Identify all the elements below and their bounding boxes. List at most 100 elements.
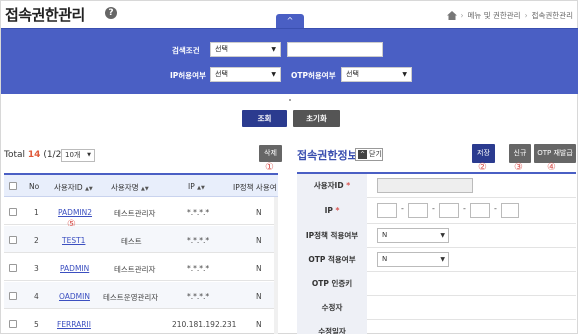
user-id-input[interactable]: [377, 178, 473, 193]
row-no: 1: [34, 208, 39, 217]
search-condition-value: 선택: [215, 45, 228, 53]
search-keyword-input[interactable]: [287, 42, 383, 57]
form-row-modifier: 수정자: [297, 296, 576, 320]
row-checkbox[interactable]: [9, 208, 17, 216]
row-ip: 210.181.192.231: [172, 320, 237, 329]
column-header-ip[interactable]: IP ▲▼: [188, 182, 205, 191]
form-row-otp-key: OTP 인증키: [297, 272, 576, 296]
ip-separator: -: [494, 204, 497, 213]
row-no: 3: [34, 264, 39, 273]
otp-apply-label: OTP 적용여부: [297, 248, 367, 272]
row-user-id-link[interactable]: FERRARII: [57, 320, 91, 329]
row-ip-policy: N: [256, 264, 262, 273]
row-checkbox[interactable]: [9, 236, 17, 244]
row-ip: *.*.*.*: [187, 292, 210, 301]
table-row[interactable]: 2 TEST1 테스트 *.*.*.* N: [4, 226, 278, 253]
ip-octet-2-input[interactable]: [408, 203, 428, 218]
row-user-id-link[interactable]: PADMIN2: [58, 208, 92, 217]
table-row[interactable]: 1 PADMIN2 테스트관리자 *.*.*.* N: [4, 198, 278, 225]
otp-allow-select[interactable]: 선택 ▼: [341, 67, 412, 82]
row-ip-policy: N: [256, 208, 262, 217]
column-header-ip-policy: IP정책 사용여: [233, 183, 277, 192]
breadcrumb-item-menu[interactable]: 메뉴 및 권한관리: [468, 10, 521, 21]
ip-allow-select[interactable]: 선택 ▼: [210, 67, 281, 82]
page-size-value: 10개: [65, 151, 81, 159]
grid-scrollbar[interactable]: [274, 197, 278, 334]
detail-title: 접속권한정보: [297, 149, 358, 162]
otp-apply-value: N: [382, 255, 388, 263]
ip-separator: -: [463, 204, 466, 213]
ip-policy-select[interactable]: N ▼: [377, 228, 449, 243]
ip-octet-1-input[interactable]: [377, 203, 397, 218]
row-user-name: 테스트: [121, 237, 142, 246]
reset-button[interactable]: 초기화: [293, 110, 340, 127]
chevron-down-icon: ▼: [271, 46, 276, 53]
row-no: 2: [34, 236, 39, 245]
table-row[interactable]: 4 OADMIN 테스트운영관리자 *.*.*.* N: [4, 282, 278, 309]
delete-button[interactable]: 삭제: [259, 145, 282, 162]
grid-header: No 사용자ID ▲▼ 사용자명 ▲▼ IP ▲▼ IP정책 사용여: [4, 175, 278, 197]
column-header-label: IP: [188, 182, 195, 191]
ip-policy-value: N: [382, 231, 388, 239]
otp-reissue-button[interactable]: OTP 재발급: [534, 144, 576, 163]
modified-date-label: 수정일자: [297, 320, 367, 334]
collapse-arrow-icon: ^: [358, 150, 367, 159]
row-user-id-link[interactable]: PADMIN: [60, 264, 89, 273]
page-title: 접속권한관리: [5, 6, 85, 24]
sort-icon: ▲▼: [85, 186, 93, 192]
form-row-otp-apply: OTP 적용여부 N ▼: [297, 248, 576, 272]
row-checkbox[interactable]: [9, 264, 17, 272]
row-no: 5: [34, 320, 39, 329]
column-header-label: 사용자ID: [54, 183, 83, 192]
breadcrumb: › 메뉴 및 권한관리 › 접속권한관리: [446, 10, 573, 21]
chevron-down-icon: ▼: [87, 152, 91, 158]
close-detail-label: 닫기: [369, 150, 382, 158]
home-icon[interactable]: [446, 11, 457, 20]
ip-policy-label: IP정책 적용여부: [297, 224, 367, 248]
modifier-label: 수정자: [297, 296, 367, 320]
ip-octet-3-input[interactable]: [439, 203, 459, 218]
user-id-label: 사용자ID *: [297, 174, 367, 198]
search-condition-select[interactable]: 선택 ▼: [210, 42, 281, 57]
search-button[interactable]: 조회: [242, 110, 287, 127]
annotation-marker-1: ①: [265, 162, 274, 173]
total-label: Total: [4, 150, 26, 160]
breadcrumb-separator: ›: [524, 11, 528, 20]
otp-key-label: OTP 인증키: [297, 272, 367, 296]
close-detail-button[interactable]: ^ 닫기: [355, 148, 383, 161]
row-ip: *.*.*.*: [187, 236, 210, 245]
page-size-select[interactable]: 10개 ▼: [61, 149, 95, 162]
column-header-user-name[interactable]: 사용자명 ▲▼: [111, 182, 149, 193]
row-ip-policy: N: [256, 292, 262, 301]
ip-octet-5-input[interactable]: [501, 203, 519, 218]
breadcrumb-separator: ›: [460, 11, 464, 20]
save-button[interactable]: 저장: [472, 144, 495, 163]
select-all-checkbox[interactable]: [9, 182, 17, 190]
help-icon[interactable]: ?: [105, 7, 117, 19]
ip-separator: -: [432, 204, 435, 213]
ip-octet-4-input[interactable]: [470, 203, 490, 218]
form-row-ip-policy: IP정책 적용여부 N ▼: [297, 224, 576, 248]
collapse-search-button[interactable]: ^: [276, 14, 304, 28]
row-user-id-link[interactable]: OADMIN: [59, 292, 90, 301]
user-grid: No 사용자ID ▲▼ 사용자명 ▲▼ IP ▲▼ IP정책 사용여 1 PAD…: [4, 173, 278, 334]
row-checkbox[interactable]: [9, 292, 17, 300]
row-user-name: 테스트관리자: [114, 265, 156, 274]
row-checkbox[interactable]: [9, 320, 17, 328]
table-row[interactable]: 3 PADMIN 테스트관리자 *.*.*.* N: [4, 254, 278, 281]
chevron-down-icon: ▼: [440, 232, 445, 239]
table-row[interactable]: 5 FERRARII 210.181.192.231 N: [4, 310, 278, 334]
ip-allow-label: IP허용여부: [170, 71, 206, 80]
search-panel: 검색조건 선택 ▼ IP허용여부 선택 ▼ OTP허용여부 선택 ▼: [1, 28, 578, 94]
new-button[interactable]: 신규: [509, 144, 531, 163]
user-id-label-text: 사용자ID: [313, 181, 344, 190]
row-ip-policy: N: [256, 236, 262, 245]
row-user-id-link[interactable]: TEST1: [62, 236, 85, 245]
required-mark: *: [335, 206, 340, 215]
otp-apply-select[interactable]: N ▼: [377, 252, 449, 267]
column-header-user-id[interactable]: 사용자ID ▲▼: [54, 182, 93, 193]
form-row-user-id: 사용자ID *: [297, 174, 576, 198]
total-count: Total 14 (1/2): [4, 150, 65, 160]
chevron-down-icon: ▼: [271, 71, 276, 78]
breadcrumb-item-current: 접속권한관리: [531, 11, 573, 20]
